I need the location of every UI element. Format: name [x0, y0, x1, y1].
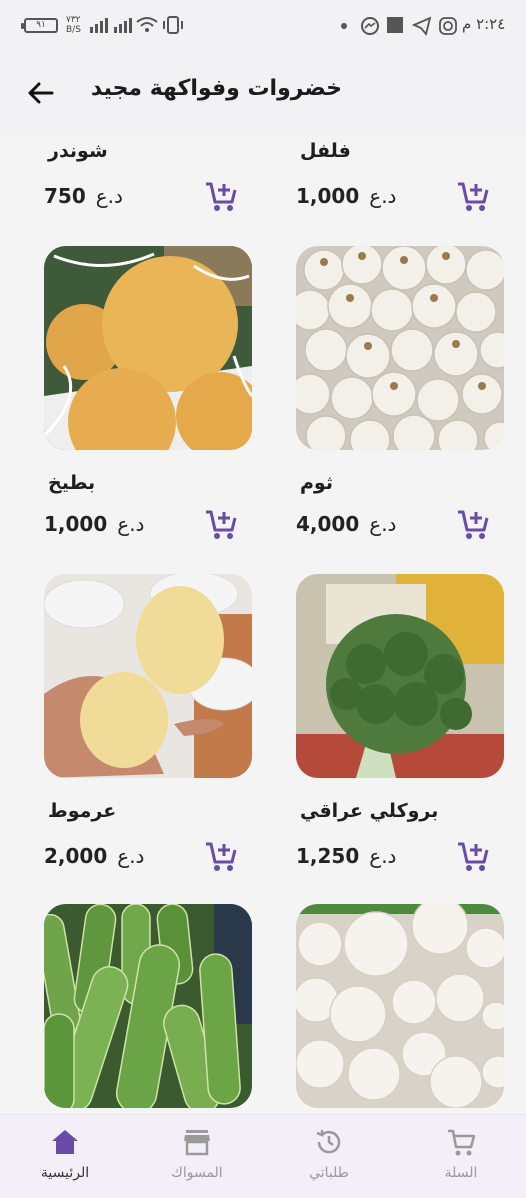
page-title: خضروات وفواكهة مجيد: [90, 76, 342, 101]
add-cart-icon: [458, 510, 489, 539]
product-price: 750 د.ع: [44, 184, 123, 208]
battery-icon: ٩١: [21, 18, 58, 33]
add-cart-icon: [458, 842, 489, 871]
product-price: 4,000 د.ع: [296, 512, 397, 536]
product-card[interactable]: شوندر 750 د.ع: [44, 134, 256, 224]
product-price: 1,000 د.ع: [296, 184, 397, 208]
broccoli-photo: [296, 574, 504, 778]
product-price: 2,000 د.ع: [44, 844, 145, 868]
cart-icon: [448, 1129, 476, 1156]
arrow-left-icon: [28, 82, 54, 104]
app-header: خضروات وفواكهة مجيد: [0, 54, 526, 134]
price-row: 750 د.ع: [44, 178, 252, 218]
product-card[interactable]: [44, 904, 256, 1114]
product-card[interactable]: بروكلي عراقي: [296, 574, 508, 834]
add-to-cart-button[interactable]: [204, 178, 238, 214]
product-name: عرموط: [48, 800, 117, 822]
zucchini-photo: [44, 904, 252, 1108]
price-row: 1,000 د.ع: [44, 506, 252, 546]
product-grid: فلفل 1,000 د.ع شوندر 750 د.ع ثوم 4,000 د…: [0, 134, 526, 1114]
nav-label-home: الرئيسية: [40, 1165, 90, 1181]
battery-level: ٩١: [36, 20, 46, 30]
product-card[interactable]: [296, 904, 508, 1114]
network-speed: ٧٣٢ B/S: [66, 15, 81, 35]
clock: ٢:٢٤ م: [462, 15, 506, 33]
product-image-mushroom: [296, 904, 504, 1108]
product-image-zucchini: [44, 904, 252, 1108]
product-price: 1,000 د.ع: [44, 512, 145, 536]
nav-item-home[interactable]: الرئيسية: [20, 1127, 110, 1181]
price-row: 2,000 د.ع: [44, 838, 252, 878]
dot-icon: [341, 23, 347, 29]
add-to-cart-button[interactable]: [456, 506, 490, 542]
product-card[interactable]: عرموط: [44, 574, 256, 834]
mushroom-photo: [296, 904, 504, 1108]
melon-photo: [44, 246, 252, 450]
nav-item-orders[interactable]: طلباتي: [284, 1127, 374, 1181]
price-row-broccoli: 1,250 د.ع: [296, 838, 508, 878]
telegram-icon: [412, 16, 432, 36]
add-to-cart-button[interactable]: [204, 838, 238, 874]
add-to-cart-button[interactable]: [456, 178, 490, 214]
bottom-nav: السلة طلباتي المسواك الرئيسية: [0, 1114, 526, 1198]
product-name: بروكلي عراقي: [300, 800, 439, 822]
product-image-melon: [44, 246, 252, 450]
price-row-melon: 1,000 د.ع: [44, 506, 256, 546]
product-name: بطيخ: [48, 472, 96, 494]
store-icon: [184, 1130, 210, 1156]
add-cart-icon: [206, 842, 237, 871]
price-row-garlic: 4,000 د.ع: [296, 506, 508, 546]
add-cart-icon: [206, 182, 237, 211]
pear-photo: [44, 574, 252, 778]
wifi-icon: [136, 17, 158, 32]
home-icon: [52, 1130, 78, 1154]
history-icon: [316, 1130, 341, 1154]
nav-label-stores: المسواك: [171, 1165, 223, 1181]
add-cart-icon: [206, 510, 237, 539]
add-to-cart-button[interactable]: [456, 838, 490, 874]
product-image-pear: [44, 574, 252, 778]
price-row: 1,250 د.ع: [296, 838, 504, 878]
nav-label-cart: السلة: [444, 1165, 478, 1181]
price-row-pear: 2,000 د.ع: [44, 838, 256, 878]
nav-item-stores[interactable]: المسواك: [152, 1127, 242, 1181]
product-name: فلفل: [300, 140, 351, 162]
add-cart-icon: [458, 182, 489, 211]
vibrate-icon: [163, 16, 183, 34]
product-image-broccoli: [296, 574, 504, 778]
notification-square-icon: [387, 17, 403, 33]
product-card[interactable]: بطيخ: [44, 246, 256, 506]
price-row: 4,000 د.ع: [296, 506, 504, 546]
garlic-photo: [296, 246, 504, 450]
status-bar: ٩١ ٧٣٢ B/S ٢:٢٤ م: [0, 0, 526, 54]
nav-label-orders: طلباتي: [309, 1165, 349, 1181]
instagram-icon: [439, 17, 457, 35]
add-to-cart-button[interactable]: [204, 506, 238, 542]
back-button[interactable]: [24, 76, 58, 110]
product-name: شوندر: [48, 140, 108, 162]
product-card[interactable]: فلفل 1,000 د.ع: [296, 134, 508, 224]
nav-item-cart[interactable]: السلة: [416, 1127, 506, 1181]
price-row: 1,000 د.ع: [296, 178, 504, 218]
product-price: 1,250 د.ع: [296, 844, 397, 868]
messenger-icon: [361, 17, 379, 35]
product-name: ثوم: [300, 472, 333, 494]
product-image-garlic: [296, 246, 504, 450]
